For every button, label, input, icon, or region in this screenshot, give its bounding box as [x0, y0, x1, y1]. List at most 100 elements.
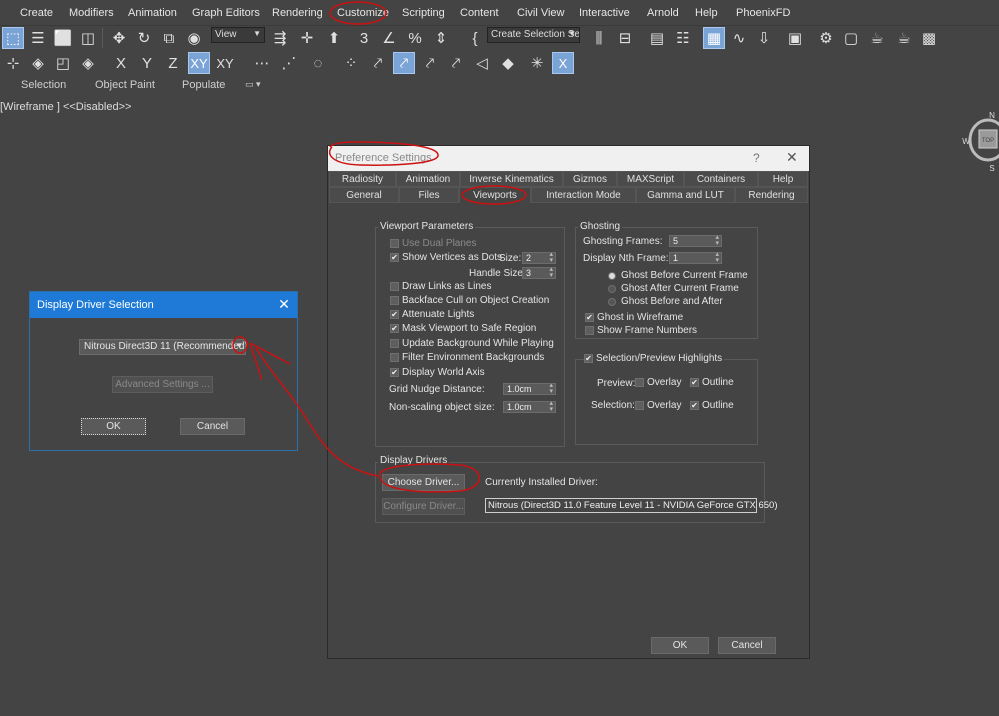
tab-containers[interactable]: Containers — [684, 171, 758, 187]
edit-named-selection-icon[interactable]: { — [464, 27, 486, 49]
selection-overlay-checkbox[interactable]: Overlay — [635, 400, 681, 411]
close-icon[interactable]: ✕ — [786, 149, 798, 166]
material-editor-icon[interactable]: ▣ — [784, 27, 806, 49]
snap-grid-points-icon[interactable]: ⁘ — [340, 52, 362, 74]
spinner-arrows-icon[interactable]: ▴ ▾ — [715, 251, 719, 264]
reference-icon[interactable]: ⊹ — [2, 52, 24, 74]
menu-modifiers[interactable]: Modifiers — [69, 7, 114, 19]
snaps-toggle-icon[interactable]: 3 — [353, 27, 375, 49]
driver-select[interactable]: Nitrous Direct3D 11 (Recommended) — [79, 339, 248, 355]
help-icon[interactable]: ? — [753, 151, 760, 165]
menu-content[interactable]: Content — [460, 7, 499, 19]
tab-files[interactable]: Files — [399, 187, 459, 203]
percent-snap-icon[interactable]: % — [404, 27, 426, 49]
show-frame-numbers-checkbox[interactable]: Show Frame Numbers — [585, 325, 697, 336]
menu-scripting[interactable]: Scripting — [402, 7, 445, 19]
ghosting-frames-spinner[interactable]: 5 ▴ ▾ — [669, 234, 722, 247]
select-object-icon[interactable]: ⬚ — [2, 27, 24, 49]
menu-animation[interactable]: Animation — [128, 7, 177, 19]
tab-animation[interactable]: Animation — [396, 171, 460, 187]
ghost-in-wireframe-checkbox[interactable]: ✔ Ghost in Wireframe — [585, 312, 683, 323]
spinner-arrows-icon[interactable]: ▴ ▾ — [549, 266, 553, 279]
angle-snap-icon[interactable]: ∠ — [378, 27, 400, 49]
menu-create[interactable]: Create — [20, 7, 53, 19]
selection-outline-checkbox[interactable]: ✔ Outline — [690, 400, 734, 411]
snap-options-icon[interactable]: ⋰ — [278, 52, 300, 74]
dialog-titlebar[interactable]: Display Driver Selection ✕ — [30, 292, 297, 318]
backface-cull-checkbox[interactable]: Backface Cull on Object Creation — [390, 295, 549, 306]
vertex-size-spinner[interactable]: 2 ▴ ▾ — [522, 251, 556, 264]
snap-perpendicular-icon[interactable]: ✳ — [526, 52, 548, 74]
layer-add-icon[interactable]: ◰ — [52, 52, 74, 74]
scene-explorer-icon[interactable]: ▤ — [646, 27, 668, 49]
tab-general[interactable]: General — [329, 187, 399, 203]
chevron-down-icon[interactable]: ▼ — [233, 339, 246, 352]
installed-driver-field[interactable]: Nitrous (Direct3D 11.0 Feature Level 11 … — [485, 498, 778, 513]
selection-set-dropdown[interactable]: Create Selection Se ▼ — [487, 27, 580, 43]
spinner-snap-icon[interactable]: ⇕ — [430, 27, 452, 49]
render-iterative-icon[interactable]: ☕ — [893, 27, 915, 49]
tab-inverse-kinematics[interactable]: Inverse Kinematics — [460, 171, 563, 187]
menu-civil-view[interactable]: Civil View — [517, 7, 564, 19]
snap-tangent-icon[interactable]: X — [552, 52, 574, 74]
ribbon-options-icon[interactable]: ▭ ▾ — [245, 79, 261, 90]
snap-circle-icon[interactable]: ◌ — [307, 52, 329, 74]
render-setup-icon[interactable]: ⚙ — [815, 27, 837, 49]
schematic-view-icon[interactable]: ⇩ — [753, 27, 775, 49]
snap-endpoint-icon[interactable]: ⤤ — [419, 52, 441, 74]
keyboard-shortcut-icon[interactable]: ⬆ — [323, 27, 345, 49]
ghost-before-after-radio[interactable]: Ghost Before and After — [608, 296, 723, 307]
cancel-button[interactable]: Cancel — [718, 637, 776, 654]
layer-stack-icon[interactable]: ◈ — [77, 52, 99, 74]
advanced-settings-button[interactable]: Advanced Settings ... — [112, 376, 213, 393]
move-icon[interactable]: ✥ — [108, 27, 130, 49]
layer-explorer-icon[interactable]: ☷ — [672, 27, 694, 49]
render-in-cloud-icon[interactable]: ▩ — [918, 27, 940, 49]
preview-overlay-checkbox[interactable]: Overlay — [635, 377, 681, 388]
choose-driver-button[interactable]: Choose Driver... — [382, 474, 465, 491]
spinner-arrows-icon[interactable]: ▴ ▾ — [549, 400, 553, 413]
display-world-axis-checkbox[interactable]: ✔ Display World Axis — [390, 367, 485, 378]
close-icon[interactable]: ✕ — [275, 295, 293, 313]
axis-xy-button[interactable]: XY — [188, 52, 210, 74]
reference-coordinate-dropdown[interactable]: View ▼ — [211, 27, 265, 43]
grid-nudge-spinner[interactable]: 1.0cm ▴ ▾ — [503, 382, 556, 395]
rectangular-selection-icon[interactable]: ⬜ — [52, 27, 74, 49]
axis-xy-cycle-button[interactable]: XY — [214, 52, 236, 74]
mask-viewport-checkbox[interactable]: ✔ Mask Viewport to Safe Region — [390, 323, 536, 334]
mirror-icon[interactable]: ⫼ — [588, 27, 610, 49]
rendered-frame-window-icon[interactable]: ▢ — [840, 27, 862, 49]
tab-rendering[interactable]: Rendering — [735, 187, 808, 203]
axis-x-button[interactable]: X — [110, 52, 132, 74]
menu-arnold[interactable]: Arnold — [647, 7, 679, 19]
use-dual-planes-checkbox[interactable]: Use Dual Planes — [390, 238, 476, 249]
menu-customize[interactable]: Customize — [337, 7, 389, 19]
selection-preview-highlights-checkbox[interactable]: ✔ Selection/Preview Highlights — [584, 353, 725, 364]
axis-y-button[interactable]: Y — [136, 52, 158, 74]
configure-driver-button[interactable]: Configure Driver... — [382, 498, 465, 515]
toggle-ribbon-icon[interactable]: ▦ — [703, 27, 725, 49]
pivot-center-icon[interactable]: ⇶ — [269, 27, 291, 49]
snap-face-icon[interactable]: ◆ — [497, 52, 519, 74]
spinner-arrows-icon[interactable]: ▴ ▾ — [715, 234, 719, 247]
dialog-titlebar[interactable]: Preference Settings ? ✕ — [328, 146, 809, 171]
handle-size-spinner[interactable]: 3 ▴ ▾ — [522, 266, 556, 279]
ok-button[interactable]: OK — [651, 637, 709, 654]
tab-radiosity[interactable]: Radiosity — [329, 171, 396, 187]
snap-vertex-icon[interactable]: ⤤ — [393, 52, 415, 74]
ribbon-tab-selection[interactable]: Selection — [21, 79, 66, 91]
view-cube[interactable]: TOP N W S — [962, 112, 999, 174]
spinner-arrows-icon[interactable]: ▴ ▾ — [549, 382, 553, 395]
tab-help[interactable]: Help — [758, 171, 808, 187]
rotate-icon[interactable]: ↻ — [133, 27, 155, 49]
menu-rendering[interactable]: Rendering — [272, 7, 323, 19]
place-icon[interactable]: ◉ — [183, 27, 205, 49]
attenuate-lights-checkbox[interactable]: ✔ Attenuate Lights — [390, 309, 474, 320]
filter-env-checkbox[interactable]: Filter Environment Backgrounds — [390, 352, 544, 363]
draw-links-checkbox[interactable]: Draw Links as Lines — [390, 281, 491, 292]
snap-midpoint-icon[interactable]: ⤤ — [445, 52, 467, 74]
tab-interaction-mode[interactable]: Interaction Mode — [531, 187, 636, 203]
grid-snap-icon[interactable]: ⋯ — [251, 52, 273, 74]
axis-z-button[interactable]: Z — [162, 52, 184, 74]
menu-graph-editors[interactable]: Graph Editors — [192, 7, 260, 19]
